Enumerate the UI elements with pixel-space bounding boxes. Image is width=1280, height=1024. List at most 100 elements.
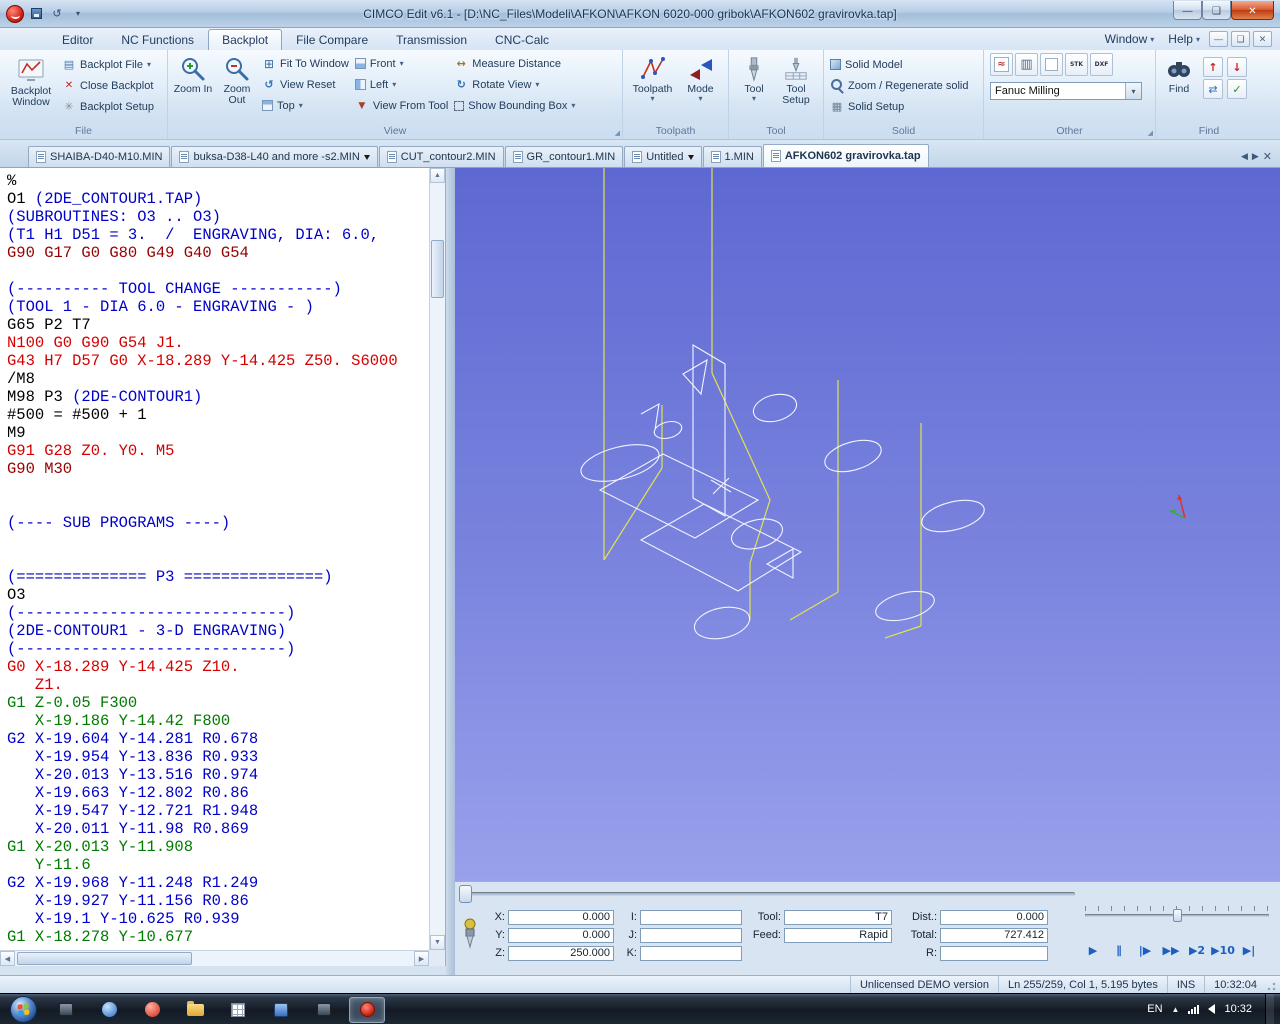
tab-scroll-left-icon[interactable]: ◀ <box>1241 151 1248 162</box>
code-line[interactable]: G91 G28 Z0. Y0. M5 <box>7 442 429 460</box>
code-line[interactable]: #500 = #500 + 1 <box>7 406 429 424</box>
skip-10-button[interactable]: ▶10 <box>1211 938 1235 962</box>
zoom-out-button[interactable]: Zoom Out <box>215 53 259 108</box>
network-icon[interactable] <box>1188 1004 1200 1014</box>
ribbon-item-view-reset[interactable]: View Reset <box>259 74 352 95</box>
file-tab-1-min[interactable]: 1.MIN <box>702 146 762 167</box>
document-minimize-button[interactable]: — <box>1209 31 1228 47</box>
taskbar-browser-button[interactable] <box>134 997 170 1023</box>
show-hidden-icons[interactable]: ▲ <box>1172 1005 1180 1014</box>
code-line[interactable]: (-----------------------------) <box>7 604 429 622</box>
file-tab-cut-contour2-min[interactable]: CUT_contour2.MIN <box>378 146 504 167</box>
feed-field[interactable]: Rapid <box>784 927 892 943</box>
horizontal-scroll-thumb[interactable] <box>17 952 192 965</box>
ribbon-item-fit-to-window[interactable]: Fit To Window <box>259 53 352 74</box>
window-titlebar[interactable]: ↺ ▾ CIMCO Edit v6.1 - [D:\NC_Files\Model… <box>0 0 1280 28</box>
code-line[interactable]: G0 X-18.289 Y-14.425 Z10. <box>7 658 429 676</box>
scroll-left-icon[interactable]: ◀ <box>0 951 15 966</box>
window-menu[interactable]: Window ▾ <box>1099 30 1161 48</box>
code-line[interactable]: X-20.013 Y-13.516 R0.974 <box>7 766 429 784</box>
menu-tab-editor[interactable]: Editor <box>48 29 107 50</box>
code-line[interactable]: X-19.547 Y-12.721 R1.948 <box>7 802 429 820</box>
code-line[interactable]: G1 Z-0.05 F300 <box>7 694 429 712</box>
document-close-button[interactable]: ✕ <box>1253 31 1272 47</box>
find-previous-button[interactable] <box>1203 57 1223 77</box>
file-tab-buksa-d38-l40-and-more-s2-min[interactable]: buksa-D38-L40 and more -s2.MIN <box>171 146 378 167</box>
taskbar-system-window-button[interactable] <box>48 997 84 1023</box>
code-line[interactable]: X-19.954 Y-13.836 R0.933 <box>7 748 429 766</box>
taskbar-player-button[interactable] <box>306 997 342 1023</box>
minimize-button[interactable]: — <box>1173 1 1202 20</box>
ribbon-item-show-bounding-box[interactable]: Show Bounding Box ▾ <box>451 95 578 116</box>
code-line[interactable]: G90 G17 G0 G80 G49 G40 G54 <box>7 244 429 262</box>
dxf-button[interactable] <box>1090 53 1113 76</box>
file-tab-afkon602-gravirovka-tap[interactable]: AFKON602 gravirovka.tap <box>762 144 929 167</box>
quick-access-dropdown[interactable]: ▾ <box>69 5 87 23</box>
find-next-button[interactable] <box>1227 57 1247 77</box>
code-line[interactable]: (-----------------------------) <box>7 640 429 658</box>
find-button[interactable]: Find <box>1159 53 1199 97</box>
ribbon-item-solid-model[interactable]: Solid Model <box>827 54 971 75</box>
mark-all-button[interactable] <box>1227 79 1247 99</box>
code-line[interactable]: (TOOL 1 - DIA 6.0 - ENGRAVING - ) <box>7 298 429 316</box>
save-button[interactable] <box>27 5 45 23</box>
skip-to-end-button[interactable]: ▶| <box>1237 938 1261 962</box>
show-desktop-button[interactable] <box>1265 994 1274 1024</box>
start-button[interactable] <box>10 996 37 1023</box>
code-line[interactable]: G2 X-19.968 Y-11.248 R1.249 <box>7 874 429 892</box>
tool-setup-button[interactable]: Tool Setup <box>774 53 818 108</box>
file-tab-shaiba-d40-m10-min[interactable]: SHAIBA-D40-M10.MIN <box>28 146 171 167</box>
ribbon-item-backplot-file[interactable]: Backplot File▾ <box>59 54 157 75</box>
code-line[interactable] <box>7 532 429 550</box>
close-button[interactable]: ✕ <box>1231 1 1274 20</box>
machine-type-select[interactable]: Fanuc Milling ▾ <box>990 82 1142 100</box>
tool-button[interactable]: Tool ▾ <box>734 53 774 104</box>
z-field[interactable]: 250.000 <box>508 945 614 961</box>
toolpath-canvas[interactable] <box>455 168 1280 881</box>
simulation-progress-slider[interactable] <box>459 885 472 903</box>
scroll-up-icon[interactable]: ▲ <box>430 168 445 183</box>
code-line[interactable]: (SUBROUTINES: O3 .. O3) <box>7 208 429 226</box>
code-line[interactable]: (T1 H1 D51 = 3. / ENGRAVING, DIA: 6.0, <box>7 226 429 244</box>
code-line[interactable]: M9 <box>7 424 429 442</box>
code-line[interactable]: Z1. <box>7 676 429 694</box>
backplot-3d-view[interactable] <box>455 168 1280 881</box>
document-restore-button[interactable]: ❑ <box>1231 31 1250 47</box>
scroll-down-icon[interactable]: ▼ <box>430 935 445 950</box>
code-line[interactable]: N100 G0 G90 G54 J1. <box>7 334 429 352</box>
taskbar-cimco-edit-button[interactable] <box>349 996 385 1023</box>
backplot-window-button[interactable]: Backplot Window <box>3 53 59 110</box>
zoom-in-button[interactable]: Zoom In <box>171 53 215 97</box>
tab-close-icon[interactable]: ✕ <box>1263 150 1272 163</box>
maximize-button[interactable]: ❑ <box>1202 1 1231 20</box>
code-line[interactable]: M98 P3 (2DE-CONTOUR1) <box>7 388 429 406</box>
taskbar-file-explorer-button[interactable] <box>177 997 213 1023</box>
vertical-scrollbar[interactable]: ▲ ▼ <box>429 168 445 950</box>
language-indicator[interactable]: EN <box>1147 1003 1162 1015</box>
code-area[interactable]: % O1 (2DE_CONTOUR1.TAP) (SUBROUTINES: O3 .… <box>0 168 429 950</box>
menu-tab-file-compare[interactable]: File Compare <box>282 29 382 50</box>
code-line[interactable]: X-20.011 Y-11.98 R0.869 <box>7 820 429 838</box>
code-line[interactable]: /M8 <box>7 370 429 388</box>
code-line[interactable]: (---------- TOOL CHANGE -----------) <box>7 280 429 298</box>
code-line[interactable]: G1 X-18.278 Y-10.677 <box>7 928 429 946</box>
ribbon-item-rotate-view[interactable]: Rotate View▾ <box>451 74 578 95</box>
new-window-button[interactable] <box>1040 53 1063 76</box>
code-line[interactable]: X-19.927 Y-11.156 R0.86 <box>7 892 429 910</box>
ribbon-item-zoom-regenerate-solid[interactable]: Zoom / Regenerate solid <box>827 75 971 96</box>
code-line[interactable]: G1 X-20.013 Y-11.908 <box>7 838 429 856</box>
stock-button[interactable] <box>1065 53 1088 76</box>
ribbon-item-solid-setup[interactable]: Solid Setup <box>827 96 971 117</box>
pause-button[interactable]: ∥ <box>1107 938 1131 962</box>
file-tab-untitled[interactable]: Untitled <box>624 146 702 167</box>
ribbon-item-measure-distance[interactable]: Measure Distance <box>451 53 578 74</box>
resize-grip[interactable] <box>1266 976 1280 993</box>
menu-tab-cnc-calc[interactable]: CNC-Calc <box>481 29 563 50</box>
step-forward-button[interactable]: ▶▶ <box>1159 938 1183 962</box>
simulation-progress-track[interactable] <box>463 892 1075 896</box>
file-tab-gr-contour1-min[interactable]: GR_contour1.MIN <box>504 146 624 167</box>
volume-icon[interactable] <box>1208 1004 1216 1014</box>
code-line[interactable]: (---- SUB PROGRAMS ----) <box>7 514 429 532</box>
step-back-button[interactable]: |▶ <box>1133 938 1157 962</box>
help-menu[interactable]: Help ▾ <box>1162 30 1206 48</box>
